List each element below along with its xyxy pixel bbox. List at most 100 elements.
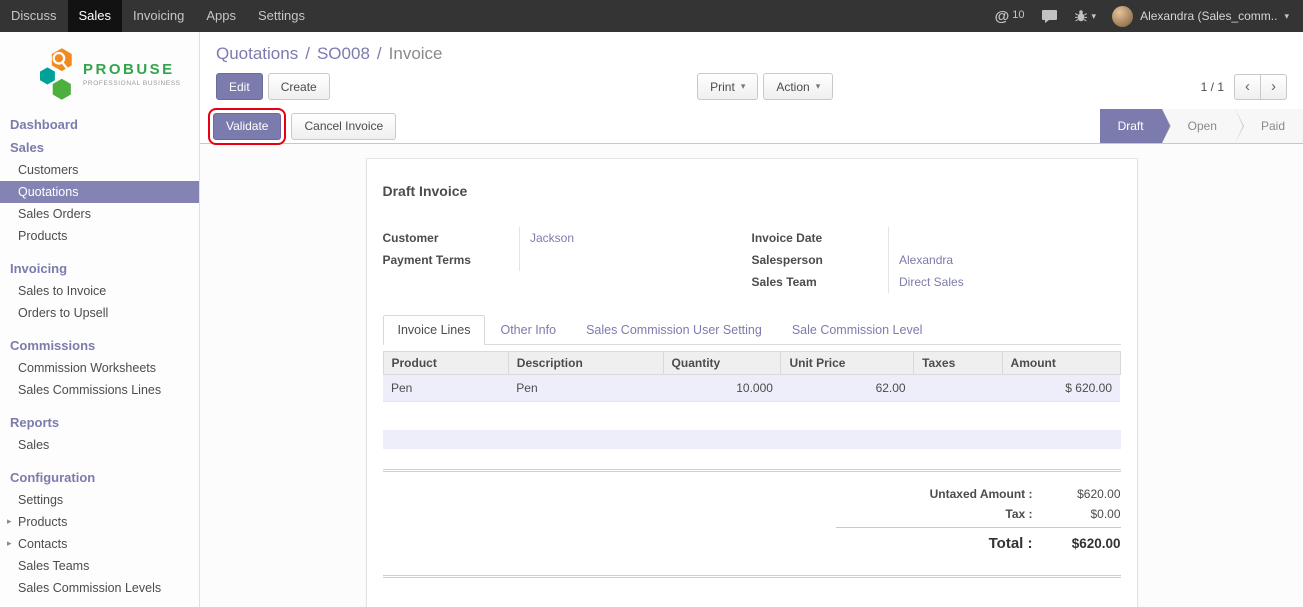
sidebar-item-settings[interactable]: Settings — [0, 489, 199, 511]
sidebar-item-sales-orders[interactable]: Sales Orders — [0, 203, 199, 225]
invoice-line-row[interactable]: Pen Pen 10.000 62.00 $ 620.00 — [383, 375, 1120, 402]
field-row-invoice-date: Invoice Date — [752, 227, 1121, 249]
pager-next-button[interactable]: › — [1260, 74, 1287, 100]
chevron-down-icon: ▾ — [741, 81, 746, 92]
sidebar-item-quotations[interactable]: Quotations — [0, 181, 199, 203]
field-row-customer: Customer Jackson — [383, 227, 752, 249]
sidebar-section-commissions[interactable]: Commissions — [0, 334, 199, 357]
edit-button[interactable]: Edit — [216, 73, 263, 100]
tax-label: Tax : — [836, 507, 1049, 521]
pager-buttons: ‹ › — [1234, 74, 1287, 100]
field-row-payment-terms: Payment Terms — [383, 249, 752, 271]
tab-sale-commission-level[interactable]: Sale Commission Level — [777, 315, 938, 345]
sidebar-item-sales-teams[interactable]: Sales Teams — [0, 555, 199, 577]
sidebar-section-configuration[interactable]: Configuration — [0, 466, 199, 489]
invoice-date-value — [889, 227, 1121, 249]
probuse-logo-text-block: PROBUSE PROFESSIONAL BUSINESS — [83, 62, 181, 87]
chevron-right-icon: ▸ — [7, 538, 12, 549]
breadcrumb-so008[interactable]: SO008 — [317, 44, 370, 63]
topbar-right-systray: @ 10 ▾ Alexandra (Sales_comm.. ▾ — [995, 0, 1303, 32]
probuse-logo-icon — [36, 45, 78, 103]
validate-button[interactable]: Validate — [213, 113, 281, 140]
column-header-amount[interactable]: Amount — [1002, 352, 1120, 375]
sidebar-section-reports[interactable]: Reports — [0, 411, 199, 434]
action-label: Action — [776, 80, 809, 94]
column-header-taxes[interactable]: Taxes — [914, 352, 1002, 375]
cancel-invoice-button[interactable]: Cancel Invoice — [291, 113, 396, 140]
total-row: Total : $620.00 — [836, 527, 1121, 555]
top-navbar: Discuss Sales Invoicing Apps Settings @ … — [0, 0, 1303, 32]
messages-button[interactable] — [1041, 9, 1058, 24]
untaxed-amount-row: Untaxed Amount : $620.00 — [836, 484, 1121, 504]
breadcrumb: QuotationsSO008Invoice — [200, 32, 1303, 64]
stage-draft[interactable]: Draft — [1100, 109, 1162, 143]
customer-value-link[interactable]: Jackson — [530, 231, 574, 245]
field-row-sales-team: Sales Team Direct Sales — [752, 271, 1121, 293]
activities-button[interactable]: @ 10 — [995, 8, 1025, 25]
sidebar-section-invoicing[interactable]: Invoicing — [0, 257, 199, 280]
stage-paid[interactable]: Paid — [1235, 109, 1303, 143]
tab-other-info[interactable]: Other Info — [485, 315, 571, 345]
sidebar-item-products-config[interactable]: ▸ Products — [0, 511, 199, 533]
tax-value: $0.00 — [1049, 507, 1121, 521]
sidebar-section-dashboard[interactable]: Dashboard — [0, 113, 199, 136]
column-header-description[interactable]: Description — [508, 352, 663, 375]
form-statusbar: Validate Cancel Invoice Draft Open Paid — [200, 109, 1303, 144]
column-header-quantity[interactable]: Quantity — [663, 352, 781, 375]
sidebar-item-sales-commission-levels[interactable]: Sales Commission Levels — [0, 577, 199, 599]
control-panel-dropdowns: Print ▾ Action ▾ — [697, 73, 833, 100]
top-menu-discuss[interactable]: Discuss — [0, 0, 68, 32]
debug-menu-button[interactable]: ▾ — [1074, 9, 1097, 23]
sidebar-item-sales-report[interactable]: Sales — [0, 434, 199, 456]
sidebar-nav: Dashboard Sales Customers Quotations Sal… — [0, 113, 199, 599]
cell-taxes — [914, 375, 1002, 402]
sidebar-item-products[interactable]: Products — [0, 225, 199, 247]
totals-footer: Untaxed Amount : $620.00 Tax : $0.00 Tot… — [383, 484, 1121, 555]
chevron-right-icon: › — [1271, 78, 1276, 95]
top-menu-sales[interactable]: Sales — [68, 0, 123, 32]
top-menu-settings[interactable]: Settings — [247, 0, 316, 32]
action-dropdown-button[interactable]: Action ▾ — [763, 73, 833, 100]
chevron-down-icon: ▾ — [1284, 11, 1289, 22]
sidebar-item-contacts[interactable]: ▸ Contacts — [0, 533, 199, 555]
print-dropdown-button[interactable]: Print ▾ — [697, 73, 758, 100]
top-menu-invoicing[interactable]: Invoicing — [122, 0, 195, 32]
create-button[interactable]: Create — [268, 73, 330, 100]
user-menu[interactable]: Alexandra (Sales_comm.. ▾ — [1112, 6, 1289, 27]
breadcrumb-quotations[interactable]: Quotations — [216, 44, 298, 63]
salesperson-field-label: Salesperson — [752, 249, 889, 271]
chevron-left-icon: ‹ — [1245, 78, 1250, 95]
sidebar-section-sales[interactable]: Sales — [0, 136, 199, 159]
chevron-down-icon: ▾ — [1092, 11, 1097, 22]
top-menu-apps[interactable]: Apps — [195, 0, 247, 32]
stage-open[interactable]: Open — [1162, 109, 1235, 143]
breadcrumb-separator — [305, 44, 310, 63]
tab-invoice-lines[interactable]: Invoice Lines — [383, 315, 486, 345]
tab-sales-commission-user-setting[interactable]: Sales Commission User Setting — [571, 315, 777, 345]
sidebar-item-commission-worksheets[interactable]: Commission Worksheets — [0, 357, 199, 379]
logo-subtitle: PROFESSIONAL BUSINESS — [83, 80, 181, 87]
logo-title: PROBUSE — [83, 62, 181, 78]
total-value: $620.00 — [1049, 536, 1121, 551]
top-menu-bar: Discuss Sales Invoicing Apps Settings — [0, 0, 316, 32]
cell-unit-price: 62.00 — [781, 375, 914, 402]
pager: 1 / 1 ‹ › — [1201, 74, 1287, 100]
activities-at-icon: @ — [995, 8, 1010, 25]
pager-previous-button[interactable]: ‹ — [1234, 74, 1261, 100]
sidebar-item-orders-to-upsell[interactable]: Orders to Upsell — [0, 302, 199, 324]
payment-terms-field-label: Payment Terms — [383, 249, 520, 271]
invoice-state-title: Draft Invoice — [383, 183, 1121, 199]
column-header-product[interactable]: Product — [383, 352, 508, 375]
column-header-unit-price[interactable]: Unit Price — [781, 352, 914, 375]
sales-team-value-link[interactable]: Direct Sales — [899, 275, 964, 289]
sidebar-item-sales-to-invoice[interactable]: Sales to Invoice — [0, 280, 199, 302]
horizontal-separator — [383, 575, 1121, 578]
bug-icon — [1074, 9, 1088, 23]
control-panel-buttons: Edit Create — [216, 73, 330, 100]
untaxed-amount-value: $620.00 — [1049, 487, 1121, 501]
pager-value: 1 / 1 — [1201, 80, 1224, 94]
salesperson-value-link[interactable]: Alexandra — [899, 253, 953, 267]
sidebar-item-customers[interactable]: Customers — [0, 159, 199, 181]
sidebar-item-sales-commissions-lines[interactable]: Sales Commissions Lines — [0, 379, 199, 401]
chevron-down-icon: ▾ — [816, 81, 821, 92]
